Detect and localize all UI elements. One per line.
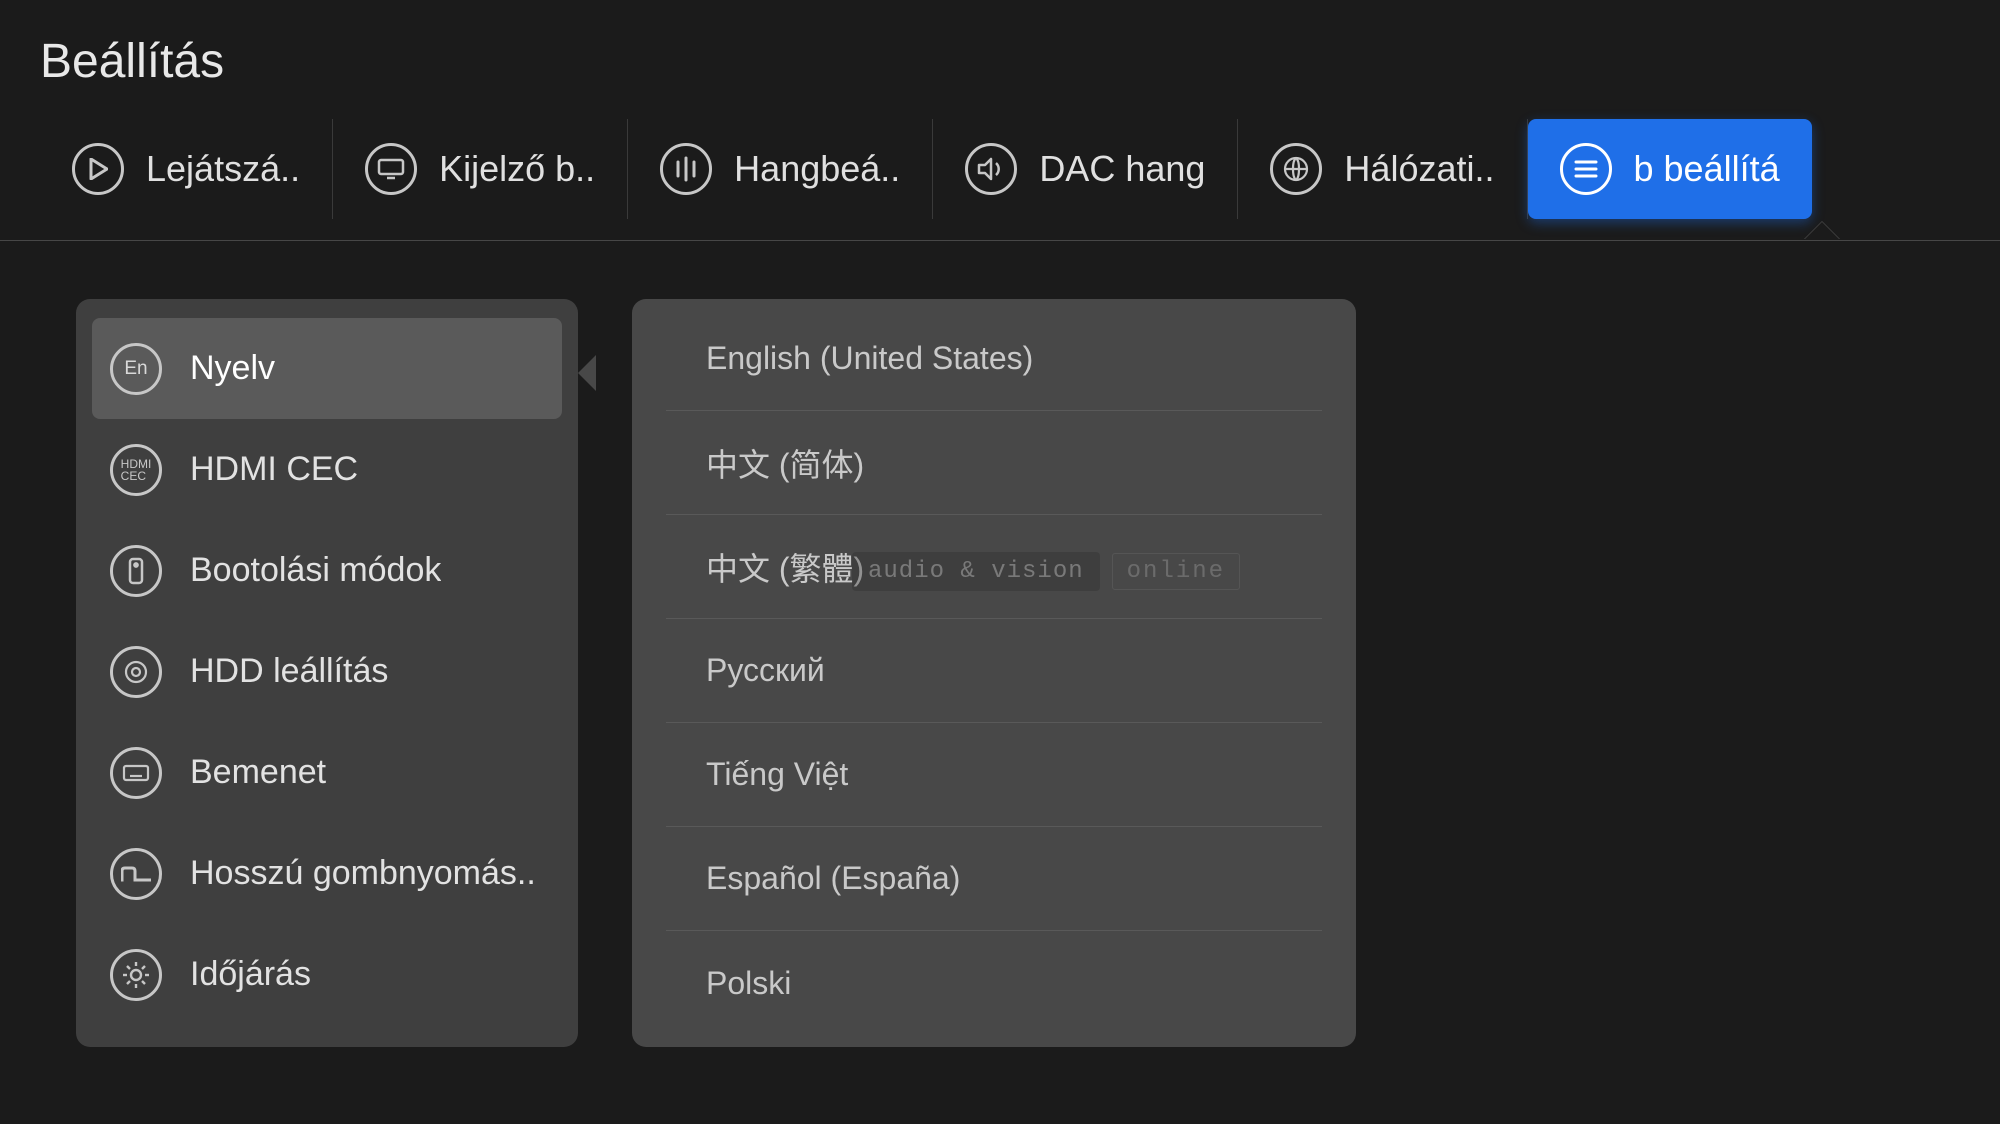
longpress-icon [110, 848, 162, 900]
language-panel: English (United States) 中文 (简体) 中文 (繁體) … [632, 299, 1356, 1047]
sidebar-item-label: Időjárás [190, 955, 311, 994]
page-title: Beállítás [0, 0, 2000, 89]
tab-label: Hangbeá.. [734, 148, 900, 190]
tab-label: Kijelző b.. [439, 148, 595, 190]
content-area: En Nyelv HDMICEC HDMI CEC Bootolási módo… [0, 219, 2000, 1047]
language-option[interactable]: Español (España) [666, 827, 1322, 931]
panel-pointer [578, 355, 596, 391]
sidebar-item-hdmi-cec[interactable]: HDMICEC HDMI CEC [92, 419, 562, 520]
tabs-bar: Lejátszá.. Kijelző b.. Hangbeá.. DAC han… [0, 89, 2000, 219]
sidebar-item-language[interactable]: En Nyelv [92, 318, 562, 419]
tab-display[interactable]: Kijelző b.. [333, 119, 628, 219]
language-option[interactable]: Tiếng Việt [666, 723, 1322, 827]
language-option[interactable]: 中文 (繁體) [666, 515, 1322, 619]
sidebar-item-hdd[interactable]: HDD leállítás [92, 621, 562, 722]
hdd-icon [110, 646, 162, 698]
brightness-icon [110, 949, 162, 1001]
language-option[interactable]: 中文 (简体) [666, 411, 1322, 515]
language-option[interactable]: English (United States) [666, 307, 1322, 411]
globe-icon [1270, 143, 1322, 195]
menu-icon [1560, 143, 1612, 195]
sidebar-item-label: Bemenet [190, 753, 326, 792]
sidebar-item-label: Hosszú gombnyomás.. [190, 854, 536, 893]
sidebar-item-input[interactable]: Bemenet [92, 722, 562, 823]
sidebar-item-label: Bootolási módok [190, 551, 441, 590]
keyboard-icon [110, 747, 162, 799]
play-icon [72, 143, 124, 195]
sidebar-item-label: HDD leállítás [190, 652, 388, 691]
language-en-icon: En [110, 343, 162, 395]
volume-icon [965, 143, 1017, 195]
side-panel: En Nyelv HDMICEC HDMI CEC Bootolási módo… [76, 299, 578, 1047]
sidebar-item-boot[interactable]: Bootolási módok [92, 520, 562, 621]
language-option[interactable]: Русский [666, 619, 1322, 723]
tabs-underline [0, 240, 2000, 241]
tab-label: Lejátszá.. [146, 148, 300, 190]
tab-audio[interactable]: Hangbeá.. [628, 119, 933, 219]
tab-network[interactable]: Hálózati.. [1238, 119, 1527, 219]
tab-play[interactable]: Lejátszá.. [40, 119, 333, 219]
boot-icon [110, 545, 162, 597]
sidebar-item-weather[interactable]: Időjárás [92, 924, 562, 1025]
language-option[interactable]: Polski [666, 931, 1322, 1035]
tab-other[interactable]: b beállítá [1528, 119, 1812, 219]
tab-label: b beállítá [1634, 148, 1780, 190]
tab-label: DAC hang [1039, 148, 1205, 190]
tab-label: Hálózati.. [1344, 148, 1494, 190]
equalizer-icon [660, 143, 712, 195]
sidebar-item-label: HDMI CEC [190, 450, 358, 489]
tab-dac[interactable]: DAC hang [933, 119, 1238, 219]
sidebar-item-label: Nyelv [190, 349, 275, 388]
hdmi-cec-icon: HDMICEC [110, 444, 162, 496]
sidebar-item-longpress[interactable]: Hosszú gombnyomás.. [92, 823, 562, 924]
tabs-pointer [1804, 222, 1840, 240]
display-icon [365, 143, 417, 195]
